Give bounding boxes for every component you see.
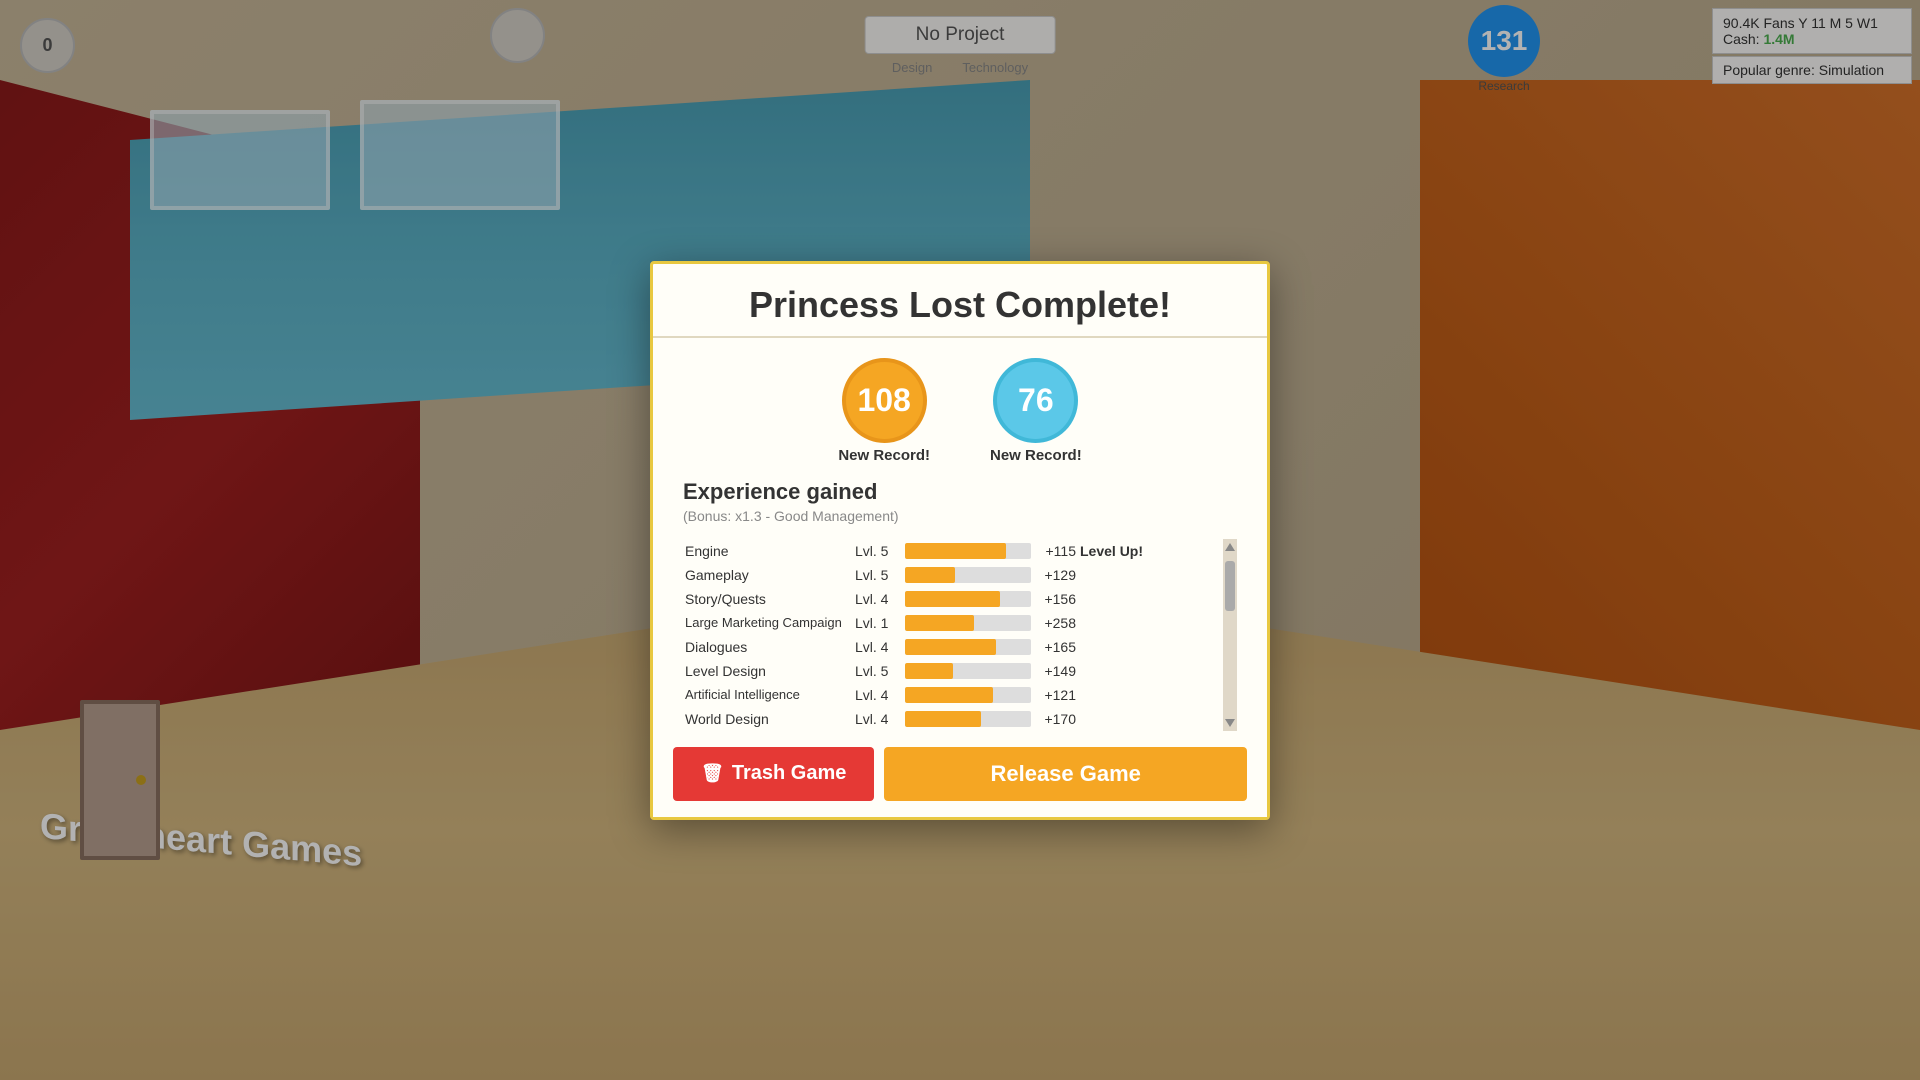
skills-table-wrapper: EngineLvl. 5+115Level Up!GameplayLvl. 5+… [683, 539, 1237, 731]
completion-modal: Princess Lost Complete! 108 New Record! … [650, 261, 1270, 820]
skill-level-2: Lvl. 4 [853, 587, 903, 611]
skill-name-4: Dialogues [683, 635, 853, 659]
trash-icon: 🗑 [701, 763, 724, 784]
skill-plus-1: +129 [1033, 563, 1078, 587]
skills-scroll-container[interactable]: EngineLvl. 5+115Level Up!GameplayLvl. 5+… [683, 539, 1237, 731]
skill-bar-2 [903, 587, 1033, 611]
skill-bar-7 [903, 707, 1033, 731]
skill-level-5: Lvl. 5 [853, 659, 903, 683]
skill-bar-3 [903, 611, 1033, 635]
scroll-arrow-up[interactable] [1225, 543, 1235, 551]
skill-name-7: World Design [683, 707, 853, 731]
skill-plus-7: +170 [1033, 707, 1078, 731]
skill-levelup-6 [1078, 683, 1221, 707]
score-orange-item: 108 New Record! [838, 358, 930, 464]
exp-section: Experience gained (Bonus: x1.3 - Good Ma… [653, 469, 1267, 539]
skill-level-4: Lvl. 4 [853, 635, 903, 659]
skill-plus-3: +258 [1033, 611, 1078, 635]
skill-level-3: Lvl. 1 [853, 611, 903, 635]
skill-row-2: Story/QuestsLvl. 4 +156 [683, 587, 1221, 611]
skill-levelup-7 [1078, 707, 1221, 731]
skill-bar-0 [903, 539, 1033, 563]
skill-name-5: Level Design [683, 659, 853, 683]
exp-bonus: (Bonus: x1.3 - Good Management) [683, 508, 1237, 524]
modal-overlay: Princess Lost Complete! 108 New Record! … [0, 0, 1920, 1080]
record-label-2: New Record! [990, 447, 1082, 464]
record-label-1: New Record! [838, 447, 930, 464]
skill-row-4: DialoguesLvl. 4 +165 [683, 635, 1221, 659]
skill-name-0: Engine [683, 539, 853, 563]
modal-title: Princess Lost Complete! [653, 264, 1267, 338]
skill-bar-6 [903, 683, 1033, 707]
skill-bar-4 [903, 635, 1033, 659]
skill-level-6: Lvl. 4 [853, 683, 903, 707]
skill-row-7: World DesignLvl. 4 +170 [683, 707, 1221, 731]
skill-levelup-2 [1078, 587, 1221, 611]
skill-row-0: EngineLvl. 5 +115Level Up! [683, 539, 1221, 563]
skill-bar-1 [903, 563, 1033, 587]
score-blue-circle: 76 [993, 358, 1078, 443]
skill-name-1: Gameplay [683, 563, 853, 587]
skill-name-3: Large Marketing Campaign [683, 611, 853, 635]
skill-levelup-0: Level Up! [1078, 539, 1221, 563]
skill-level-1: Lvl. 5 [853, 563, 903, 587]
skill-level-0: Lvl. 5 [853, 539, 903, 563]
skill-plus-5: +149 [1033, 659, 1078, 683]
scrollbar-track[interactable] [1223, 539, 1237, 731]
scrollbar-thumb[interactable] [1225, 561, 1235, 611]
modal-buttons: 🗑 Trash Game Release Game [653, 731, 1267, 817]
exp-title: Experience gained [683, 479, 1237, 505]
skill-bar-5 [903, 659, 1033, 683]
skill-name-2: Story/Quests [683, 587, 853, 611]
skill-plus-6: +121 [1033, 683, 1078, 707]
skill-plus-2: +156 [1033, 587, 1078, 611]
release-game-button[interactable]: Release Game [884, 747, 1247, 801]
skill-row-6: Artificial IntelligenceLvl. 4 +121 [683, 683, 1221, 707]
skill-row-1: GameplayLvl. 5 +129 [683, 563, 1221, 587]
skill-plus-0: +115 [1033, 539, 1078, 563]
skill-levelup-5 [1078, 659, 1221, 683]
skill-name-6: Artificial Intelligence [683, 683, 853, 707]
skill-row-3: Large Marketing CampaignLvl. 1 +258 [683, 611, 1221, 635]
modal-scores: 108 New Record! 76 New Record! [653, 338, 1267, 469]
skill-levelup-4 [1078, 635, 1221, 659]
trash-game-button[interactable]: 🗑 Trash Game [673, 747, 874, 801]
skills-table: EngineLvl. 5+115Level Up!GameplayLvl. 5+… [683, 539, 1221, 731]
skill-plus-4: +165 [1033, 635, 1078, 659]
scroll-arrow-down[interactable] [1225, 719, 1235, 727]
skill-levelup-3 [1078, 611, 1221, 635]
score-orange-circle: 108 [842, 358, 927, 443]
skill-row-5: Level DesignLvl. 5 +149 [683, 659, 1221, 683]
skill-level-7: Lvl. 4 [853, 707, 903, 731]
skill-levelup-1 [1078, 563, 1221, 587]
score-blue-item: 76 New Record! [990, 358, 1082, 464]
